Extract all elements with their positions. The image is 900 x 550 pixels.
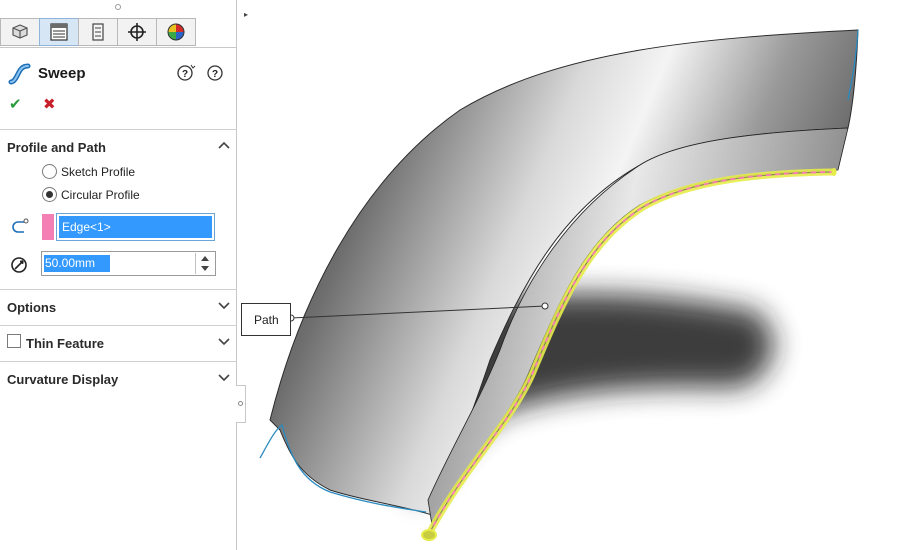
path-selection-box[interactable]: Edge<1>: [56, 213, 215, 241]
chevron-down-icon: [218, 374, 230, 382]
radio-label: Sketch Profile: [61, 165, 136, 179]
crosshair-icon: [128, 23, 146, 41]
spin-up-button[interactable]: [196, 253, 213, 263]
chevron-down-icon: [218, 302, 230, 310]
section-label: Curvature Display: [7, 372, 119, 387]
dimxpert-manager-tab[interactable]: [117, 18, 157, 46]
options-header[interactable]: Options: [0, 290, 237, 324]
svg-text:?: ?: [182, 69, 188, 80]
panel-split-handle[interactable]: [115, 4, 121, 10]
profile-circle: [421, 529, 437, 541]
property-manager-panel: Sweep ? ? ✔ ✖ Profile and Path Sketch Pr…: [0, 0, 237, 550]
arrow-up-icon: [200, 255, 209, 261]
feature-title-row: Sweep ? ?: [0, 58, 237, 88]
callout-label: Path: [254, 313, 279, 327]
configuration-manager-tab[interactable]: [78, 18, 118, 46]
section-label: Thin Feature: [26, 336, 105, 351]
callout-anchor-end: [541, 302, 549, 310]
spin-down-button[interactable]: [196, 263, 213, 273]
thin-feature-checkbox[interactable]: [7, 334, 21, 348]
path-callout[interactable]: Path: [241, 303, 291, 336]
section-label: Profile and Path: [7, 140, 106, 155]
thin-feature-header[interactable]: Thin Feature: [0, 326, 237, 360]
flyout-tree-arrow-icon[interactable]: ▸: [244, 10, 248, 19]
curvature-display-header[interactable]: Curvature Display: [0, 362, 237, 396]
display-manager-tab[interactable]: [156, 18, 196, 46]
radio-label: Circular Profile: [61, 188, 140, 202]
diameter-spinner[interactable]: [195, 253, 213, 274]
sweep-feature-icon: [8, 63, 31, 85]
model-view[interactable]: [238, 0, 900, 550]
path-end-point: [831, 168, 837, 176]
chevron-up-icon: [218, 141, 230, 149]
radio-button-selected[interactable]: [42, 187, 57, 202]
chevron-down-icon: [218, 338, 230, 346]
selected-entity[interactable]: Edge<1>: [59, 216, 212, 238]
diameter-icon: [11, 257, 27, 273]
profile-and-path-header[interactable]: Profile and Path: [0, 130, 237, 164]
feature-title: Sweep: [38, 65, 86, 82]
graphics-area[interactable]: [238, 0, 900, 550]
feature-tree-icon: [12, 24, 28, 39]
help-icon[interactable]: ?: [206, 64, 224, 82]
selection-color-swatch: [42, 214, 54, 240]
diameter-input[interactable]: 50.00mm: [41, 251, 216, 276]
svg-text:?: ?: [212, 69, 218, 80]
ok-button[interactable]: ✔: [9, 97, 22, 113]
cancel-button[interactable]: ✖: [43, 97, 56, 113]
color-wheel-icon: [167, 23, 185, 41]
whats-wrong-help-icon[interactable]: ?: [176, 64, 196, 82]
diameter-value: 50.00mm: [45, 256, 96, 270]
property-list-icon: [50, 23, 68, 41]
path-icon: [12, 218, 29, 233]
path-value: Edge<1>: [62, 220, 111, 234]
manager-tab-bar: [0, 18, 237, 48]
radio-button[interactable]: [42, 164, 57, 179]
diameter-selected-text[interactable]: 50.00mm: [44, 255, 110, 272]
section-label: Options: [7, 300, 57, 315]
arrow-down-icon: [200, 265, 209, 271]
property-manager-tab[interactable]: [39, 18, 79, 46]
configuration-icon: [92, 23, 104, 41]
feature-manager-tab[interactable]: [0, 18, 40, 46]
sweep-property-manager-window: Sweep ? ? ✔ ✖ Profile and Path Sketch Pr…: [0, 0, 900, 550]
